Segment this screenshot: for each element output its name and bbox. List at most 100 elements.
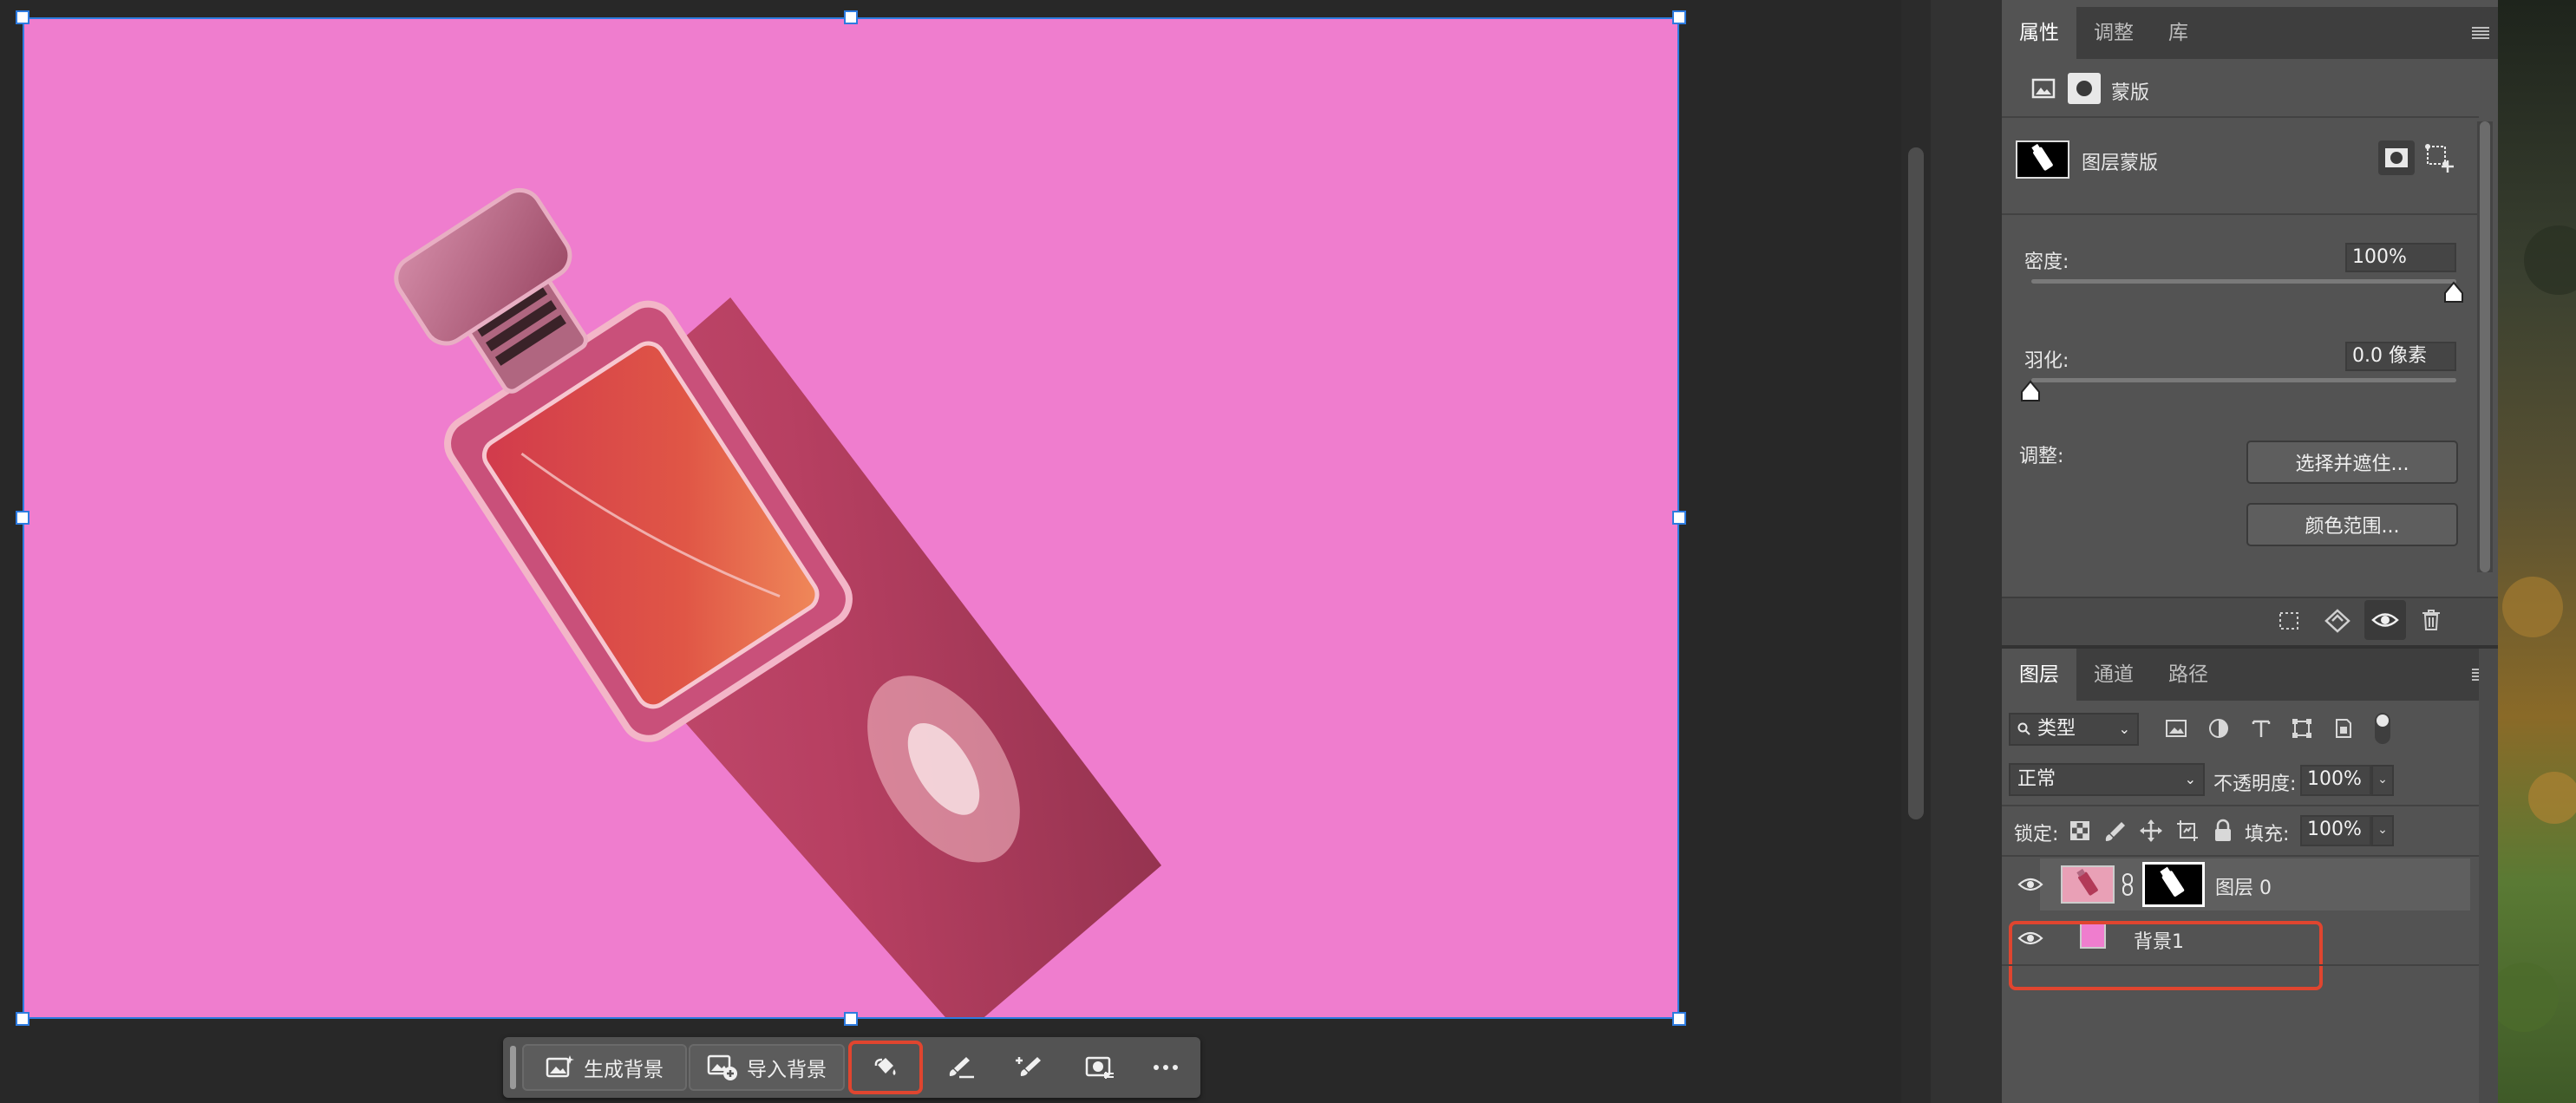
background-layer-highlight-box bbox=[2009, 921, 2323, 990]
import-background-button[interactable]: 导入背景 bbox=[689, 1044, 845, 1091]
lock-label: 锁定: bbox=[2014, 824, 2059, 845]
layers-tabbar: 图层 通道 路径 bbox=[2002, 649, 2498, 701]
lock-icon[interactable] bbox=[2213, 819, 2233, 843]
add-vector-mask-icon[interactable] bbox=[2425, 144, 2455, 173]
generate-background-button[interactable]: 生成背景 bbox=[522, 1044, 687, 1091]
lock-artboard-icon[interactable] bbox=[2175, 819, 2200, 843]
lock-position-icon[interactable] bbox=[2139, 819, 2163, 843]
separator bbox=[2002, 964, 2479, 966]
right-panels: 属性 调整 库 蒙版 图层蒙版 密度: 100% 羽化: 0.0 像素 调整: … bbox=[2002, 0, 2498, 1103]
tab-libraries[interactable]: 库 bbox=[2151, 7, 2206, 59]
blend-mode-value: 正常 bbox=[2017, 768, 2056, 790]
tab-channels[interactable]: 通道 bbox=[2076, 649, 2151, 701]
tab-adjustments[interactable]: 调整 bbox=[2076, 7, 2151, 59]
layer-name[interactable]: 图层 0 bbox=[2215, 872, 2272, 900]
more-options-button[interactable] bbox=[1133, 1044, 1199, 1091]
separator bbox=[2002, 116, 2479, 118]
tab-paths[interactable]: 路径 bbox=[2151, 649, 2226, 701]
layer-mask-thumbnail[interactable] bbox=[2016, 140, 2069, 179]
toggle-mask-visibility-button[interactable] bbox=[2364, 600, 2406, 640]
layer-row-layer0[interactable]: 图层 0 bbox=[2002, 858, 2470, 910]
brush-button[interactable] bbox=[928, 1044, 994, 1091]
blend-mode-dropdown[interactable]: 正常 ⌄ bbox=[2009, 763, 2205, 796]
mask-label: 蒙版 bbox=[2111, 82, 2150, 104]
density-slider-track[interactable] bbox=[2031, 279, 2456, 284]
fill-input[interactable]: 100% bbox=[2300, 815, 2371, 846]
chevron-down-icon: ⌄ bbox=[2118, 721, 2130, 737]
trash-icon[interactable] bbox=[2422, 609, 2441, 631]
density-input[interactable]: 100% bbox=[2345, 243, 2456, 272]
filter-shape-icon[interactable] bbox=[2292, 718, 2312, 739]
handle-bottom-left[interactable] bbox=[16, 1012, 29, 1026]
feather-slider-thumb[interactable] bbox=[2020, 380, 2041, 402]
search-icon bbox=[2017, 722, 2031, 736]
separator bbox=[2002, 805, 2479, 806]
opacity-input[interactable]: 100% bbox=[2300, 765, 2371, 796]
handle-top-left[interactable] bbox=[16, 10, 29, 24]
filter-toggle-knob bbox=[2377, 715, 2389, 727]
layer-filter-dropdown[interactable]: 类型 ⌄ bbox=[2009, 713, 2139, 746]
select-pixel-mask-button[interactable] bbox=[2378, 140, 2415, 175]
separator bbox=[2002, 213, 2479, 215]
import-background-label: 导入背景 bbox=[747, 1059, 827, 1081]
separator bbox=[2002, 855, 2479, 857]
handle-middle-left[interactable] bbox=[16, 511, 29, 525]
filter-adjustment-icon[interactable] bbox=[2208, 718, 2229, 739]
filter-smart-object-icon[interactable] bbox=[2333, 718, 2354, 739]
layer0-thumbnail[interactable] bbox=[2061, 865, 2115, 904]
mask-adjust-icon bbox=[1085, 1054, 1115, 1080]
contextual-task-bar: 生成背景 导入背景 bbox=[503, 1037, 1200, 1098]
eye-icon[interactable] bbox=[2017, 876, 2043, 893]
properties-menu-icon[interactable] bbox=[2472, 26, 2489, 40]
fill-dropdown-button[interactable]: ⌄ bbox=[2371, 815, 2394, 846]
paint-bucket-highlight-box bbox=[848, 1041, 923, 1094]
taskbar-drag-handle[interactable] bbox=[510, 1046, 516, 1089]
handle-top-right[interactable] bbox=[1672, 10, 1686, 24]
handle-top-center[interactable] bbox=[844, 10, 858, 24]
filter-type-label: 类型 bbox=[2037, 718, 2076, 740]
import-image-icon bbox=[707, 1054, 738, 1081]
fill-label: 填充: bbox=[2245, 824, 2290, 845]
feather-label: 羽化: bbox=[2024, 350, 2069, 372]
apply-mask-icon[interactable] bbox=[2324, 609, 2350, 633]
tab-layers[interactable]: 图层 bbox=[2002, 649, 2076, 701]
pixel-mask-icon[interactable] bbox=[2031, 76, 2056, 101]
chevron-down-icon: ⌄ bbox=[2377, 773, 2388, 786]
opacity-label: 不透明度: bbox=[2213, 773, 2297, 795]
chevron-down-icon: ⌄ bbox=[2377, 823, 2388, 837]
brush-icon bbox=[945, 1054, 977, 1080]
select-and-mask-button[interactable]: 选择并遮住... bbox=[2246, 441, 2458, 484]
layer-mask-label: 图层蒙版 bbox=[2082, 153, 2159, 174]
vector-mask-icon[interactable] bbox=[2068, 73, 2101, 104]
transform-selection-box[interactable] bbox=[23, 17, 1679, 1019]
mask-adjust-button[interactable] bbox=[1067, 1044, 1133, 1091]
filter-pixel-icon[interactable] bbox=[2165, 718, 2187, 739]
desktop-landscape-strip bbox=[2498, 0, 2576, 1103]
adjust-label: 调整: bbox=[2019, 446, 2064, 467]
filter-type-icon[interactable] bbox=[2252, 718, 2271, 739]
density-slider-thumb[interactable] bbox=[2443, 281, 2464, 303]
brush-plus-icon bbox=[1015, 1054, 1046, 1080]
panel-dock-gap bbox=[1931, 0, 2002, 1103]
load-selection-icon[interactable] bbox=[2278, 610, 2300, 631]
lock-image-pixels-icon[interactable] bbox=[2104, 820, 2127, 843]
more-icon bbox=[1153, 1064, 1179, 1071]
link-icon[interactable] bbox=[2122, 872, 2134, 897]
feather-input[interactable]: 0.0 像素 bbox=[2345, 342, 2456, 371]
tab-properties[interactable]: 属性 bbox=[2002, 7, 2076, 59]
canvas-scrollbar-thumb[interactable] bbox=[1908, 147, 1924, 819]
color-range-button[interactable]: 颜色范围... bbox=[2246, 503, 2458, 546]
handle-bottom-right[interactable] bbox=[1672, 1012, 1686, 1026]
properties-scrollbar-thumb[interactable] bbox=[2480, 121, 2490, 572]
layers-scrollbar[interactable] bbox=[2479, 649, 2498, 1103]
handle-middle-right[interactable] bbox=[1672, 511, 1686, 525]
layer0-mask-thumbnail[interactable] bbox=[2142, 862, 2205, 907]
opacity-dropdown-button[interactable]: ⌄ bbox=[2371, 765, 2394, 796]
lock-transparent-pixels-icon[interactable] bbox=[2069, 820, 2090, 841]
generate-background-label: 生成背景 bbox=[584, 1059, 664, 1081]
properties-tabbar: 属性 调整 库 bbox=[2002, 7, 2498, 59]
filter-toggle[interactable] bbox=[2375, 713, 2390, 744]
brush-add-button[interactable] bbox=[997, 1044, 1063, 1091]
feather-slider-track[interactable] bbox=[2031, 378, 2456, 382]
handle-bottom-center[interactable] bbox=[844, 1012, 858, 1026]
